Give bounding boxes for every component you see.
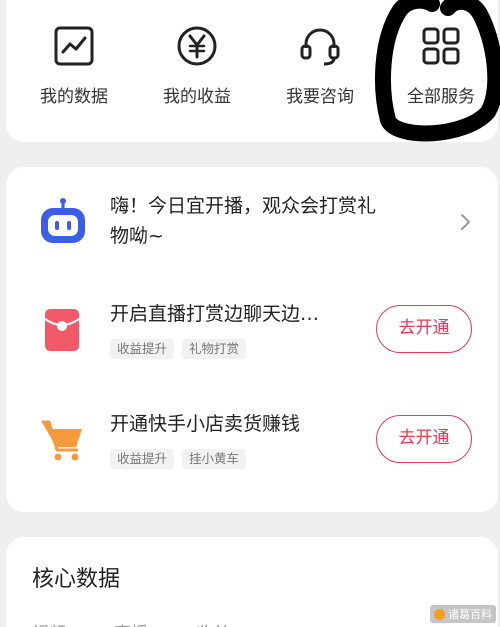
promo-card: 嗨！今日宜开播，观众会打赏礼 物呦~ 开启直播打赏边聊天边… 收益提升 礼物打赏…	[6, 167, 498, 512]
red-envelope-icon	[44, 309, 80, 351]
service-label: 我的收益	[163, 87, 231, 107]
service-label: 我要咨询	[286, 87, 354, 107]
tag: 收益提升	[110, 339, 175, 359]
open-shop-button[interactable]: 去开通	[376, 415, 472, 463]
shopping-cart-icon	[42, 420, 82, 461]
tag: 礼物打赏	[182, 339, 247, 359]
core-data-title: 核心数据	[32, 567, 121, 592]
announcement-line: 物呦~	[110, 225, 164, 247]
watermark-logo-icon	[434, 608, 445, 620]
service-card: 我的数据 我的收益 我要咨询 全部服务	[6, 0, 498, 142]
watermark: 诸葛百科	[430, 605, 496, 623]
promo-tags: 收益提升 礼物打赏	[110, 339, 247, 359]
headset-icon	[300, 28, 340, 66]
announcement-line: 嗨！今日宜开播，观众会打赏礼	[110, 195, 377, 217]
announcement-text: 嗨！今日宜开播，观众会打赏礼 物呦~	[110, 191, 400, 251]
watermark-text: 诸葛百科	[448, 608, 492, 621]
service-consult[interactable]: 我要咨询	[265, 24, 375, 107]
promo-title: 开通快手小店卖货赚钱	[110, 413, 301, 435]
core-data-card: 核心数据 视频 直播 收益	[6, 537, 498, 627]
service-label: 全部服务	[407, 87, 475, 107]
core-data-tabs: 视频 直播 收益	[32, 619, 230, 627]
tag: 收益提升	[110, 449, 175, 469]
robot-icon	[41, 198, 85, 243]
tab-earnings[interactable]: 收益	[196, 619, 230, 627]
promo-tags: 收益提升 挂小黄车	[110, 449, 247, 469]
grid-icon	[422, 27, 460, 65]
promo-row: 开启直播打赏边聊天边… 收益提升 礼物打赏 去开通	[6, 285, 498, 385]
service-my-data[interactable]: 我的数据	[19, 24, 129, 107]
tab-live[interactable]: 直播	[114, 619, 148, 627]
tag: 挂小黄车	[182, 449, 247, 469]
service-label: 我的数据	[40, 87, 108, 107]
service-my-earnings[interactable]: 我的收益	[142, 24, 252, 107]
tab-video[interactable]: 视频	[32, 619, 66, 627]
promo-title: 开启直播打赏边聊天边…	[110, 303, 320, 325]
announcement-row[interactable]: 嗨！今日宜开播，观众会打赏礼 物呦~	[6, 167, 498, 277]
promo-row: 开通快手小店卖货赚钱 收益提升 挂小黄车 去开通	[6, 395, 498, 495]
yuan-icon	[177, 26, 217, 66]
open-live-tip-button[interactable]: 去开通	[376, 305, 472, 353]
chart-icon	[54, 26, 94, 66]
service-all[interactable]: 全部服务	[386, 24, 496, 107]
chevron-right-icon	[461, 214, 470, 230]
